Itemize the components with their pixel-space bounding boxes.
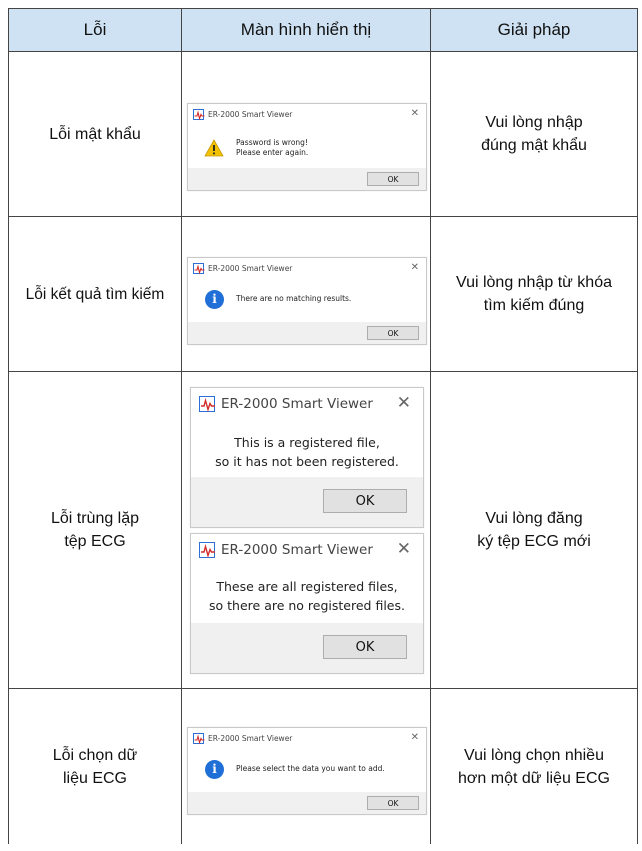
dialog-body: Password is wrong! Please enter again.	[188, 130, 426, 166]
close-icon[interactable]: ✕	[397, 393, 411, 413]
dialog-titlebar: ER-2000 Smart Viewer ✕	[191, 534, 423, 566]
solution-label: Vui lòng đăng ký tệp ECG mới	[477, 510, 591, 550]
dialog-title: ER-2000 Smart Viewer	[208, 263, 293, 273]
ecg-app-icon	[193, 108, 205, 120]
ecg-app-icon	[193, 732, 205, 744]
table-border-right	[637, 8, 638, 844]
ecg-app-icon	[199, 542, 215, 558]
ok-button[interactable]: OK	[323, 489, 407, 513]
dialog-message: These are all registered files, so there…	[209, 579, 405, 613]
close-icon[interactable]: ✕	[411, 108, 419, 119]
dialog-footer: OK	[191, 623, 423, 673]
dialog-titlebar: ER-2000 Smart Viewer ✕	[188, 258, 426, 278]
ecg-app-icon	[199, 396, 215, 412]
ok-button[interactable]: OK	[367, 796, 419, 810]
solution-label: Vui lòng nhập đúng mật khẩu	[481, 114, 587, 154]
header-error: Lỗi	[83, 20, 107, 39]
dialog-body: These are all registered files, so there…	[191, 572, 423, 620]
ok-button[interactable]: OK	[367, 326, 419, 340]
dialog-body: This is a registered file, so it has not…	[191, 428, 423, 476]
select-data-dialog: ER-2000 Smart Viewer ✕ i Please select t…	[187, 727, 427, 815]
dialog-message: This is a registered file, so it has not…	[215, 435, 399, 469]
ok-button[interactable]: OK	[367, 172, 419, 186]
header-screen: Màn hình hiển thị	[240, 20, 372, 39]
ok-button[interactable]: OK	[323, 635, 407, 659]
dialog-footer: OK	[188, 168, 426, 190]
duplicate-file-dialog: ER-2000 Smart Viewer ✕ This is a registe…	[190, 387, 424, 528]
dialog-footer: OK	[188, 792, 426, 814]
error-label: Lỗi kết quả tìm kiếm	[25, 285, 165, 303]
close-icon[interactable]: ✕	[397, 539, 411, 559]
duplicate-files-dialog: ER-2000 Smart Viewer ✕ These are all reg…	[190, 533, 424, 674]
dialog-title: ER-2000 Smart Viewer	[221, 396, 373, 412]
password-error-dialog: ER-2000 Smart Viewer ✕ Password is wrong…	[187, 103, 427, 191]
dialog-body: i Please select the data you want to add…	[188, 752, 426, 786]
dialog-footer: OK	[191, 477, 423, 527]
info-icon: i	[205, 289, 224, 309]
close-icon[interactable]: ✕	[411, 732, 419, 743]
dialog-titlebar: ER-2000 Smart Viewer ✕	[191, 388, 423, 420]
error-label: Lỗi trùng lặp tệp ECG	[50, 510, 140, 550]
dialog-titlebar: ER-2000 Smart Viewer ✕	[188, 104, 426, 124]
dialog-titlebar: ER-2000 Smart Viewer ✕	[188, 728, 426, 748]
header-solution: Giải pháp	[497, 20, 571, 39]
solution-label: Vui lòng chọn nhiều hơn một dữ liệu ECG	[458, 746, 610, 787]
search-error-dialog: ER-2000 Smart Viewer ✕ i There are no ma…	[187, 257, 427, 345]
warning-icon	[204, 139, 224, 157]
error-label: Lỗi mật khẩu	[49, 125, 141, 143]
dialog-body: i There are no matching results.	[188, 282, 426, 316]
dialog-message: Password is wrong! Please enter again.	[236, 138, 309, 157]
dialog-title: ER-2000 Smart Viewer	[208, 109, 293, 119]
ecg-app-icon	[193, 262, 205, 274]
dialog-title: ER-2000 Smart Viewer	[221, 542, 373, 558]
close-icon[interactable]: ✕	[411, 262, 419, 273]
dialog-footer: OK	[188, 322, 426, 344]
table-column-divider	[181, 8, 182, 844]
dialog-message: There are no matching results.	[236, 294, 352, 303]
dialog-title: ER-2000 Smart Viewer	[208, 733, 293, 743]
error-label: Lỗi chọn dữ liệu ECG	[52, 746, 138, 787]
info-icon: i	[205, 759, 224, 779]
solution-label: Vui lòng nhập từ khóa tìm kiếm đúng	[455, 274, 612, 314]
dialog-message: Please select the data you want to add.	[236, 764, 385, 773]
